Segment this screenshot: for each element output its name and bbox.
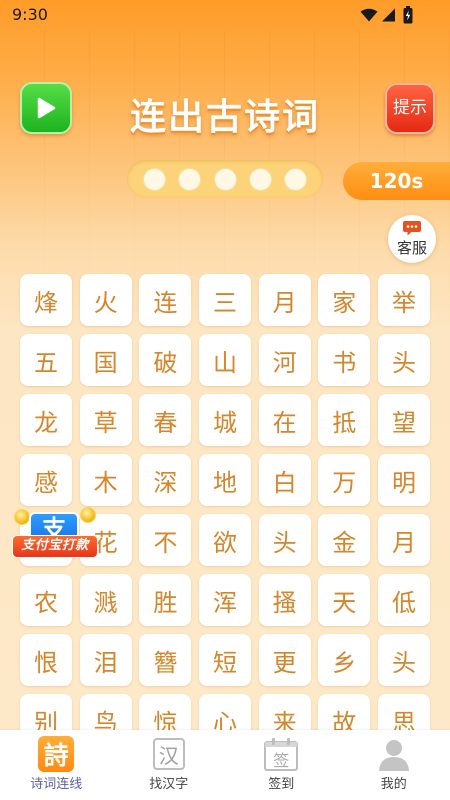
alipay-payout-badge[interactable]: 支 支付宝打款 (12, 506, 98, 560)
customer-service-button[interactable]: 客服 (388, 215, 436, 263)
alipay-payout-label: 支付宝打款 (12, 535, 98, 558)
char-cell[interactable]: 浑 (198, 574, 251, 626)
char-cell[interactable]: 烽 (20, 274, 72, 326)
countdown-timer: 120s (343, 162, 450, 200)
char-cell[interactable]: 簪 (139, 634, 192, 686)
char-cell[interactable]: 山 (198, 334, 251, 386)
signal-icon (382, 8, 395, 22)
calendar-glyph: 签 (273, 751, 290, 770)
char-cell[interactable]: 更 (258, 634, 311, 686)
char-cell[interactable]: 月 (258, 274, 311, 326)
char-cell[interactable]: 头 (377, 634, 430, 686)
coin-icon (80, 507, 96, 523)
char-cell[interactable]: 头 (258, 514, 311, 566)
progress-dot (213, 167, 237, 191)
status-bar: 9:30 (0, 0, 450, 30)
bottom-nav: 詩 诗词连线 汉 找汉字 签 签到 我的 (0, 730, 450, 800)
char-cell[interactable]: 火 (79, 274, 132, 326)
char-cell[interactable]: 连 (139, 274, 192, 326)
progress-dot (248, 167, 272, 191)
char-cell[interactable]: 破 (139, 334, 192, 386)
char-cell[interactable]: 春 (139, 394, 192, 446)
tab-label: 诗词连线 (30, 777, 83, 792)
char-cell[interactable]: 月 (377, 514, 430, 566)
char-cell[interactable]: 举 (377, 274, 430, 326)
poem-icon: 詩 (38, 736, 75, 772)
find-character-icon: 汉 (152, 738, 185, 770)
char-cell[interactable]: 天 (318, 574, 371, 626)
tab-label: 找汉字 (149, 777, 189, 792)
char-cell[interactable]: 家 (318, 274, 371, 326)
char-cell[interactable]: 感 (20, 454, 72, 506)
progress-dot (178, 167, 202, 191)
app-screen: 9:30 连出古诗词 提示 120s 客服 烽火连三月家举五国破山河 书 头 龙… (0, 0, 450, 800)
char-cell[interactable]: 深 (139, 454, 192, 506)
char-cell[interactable]: 恨 (20, 634, 72, 686)
char-cell[interactable]: 抵 (318, 394, 371, 446)
char-cell[interactable]: 短 (198, 634, 251, 686)
char-cell[interactable]: 溅 (79, 574, 132, 626)
tab-poem-connect[interactable]: 詩 诗词连线 (0, 730, 113, 800)
chat-icon (403, 221, 421, 236)
tab-mine[interactable]: 我的 (338, 730, 450, 800)
wifi-icon (360, 8, 378, 22)
char-cell[interactable]: 地 (198, 454, 251, 506)
status-time: 9:30 (12, 5, 48, 24)
char-cell[interactable]: 搔 (258, 574, 311, 626)
char-cell[interactable]: 农 (20, 574, 72, 626)
char-cell[interactable]: 泪 (79, 634, 132, 686)
char-cell[interactable]: 乡 (318, 634, 371, 686)
battery-icon (403, 6, 413, 24)
tab-check-in[interactable]: 签 签到 (225, 730, 338, 800)
customer-service-label: 客服 (396, 239, 427, 257)
coin-icon (14, 509, 30, 525)
char-cell[interactable]: 头 (377, 334, 430, 386)
char-cell[interactable]: 金 (318, 514, 371, 566)
tab-label: 我的 (380, 777, 407, 792)
char-cell[interactable]: 万 (318, 454, 371, 506)
progress-bar (127, 160, 323, 198)
char-cell[interactable]: 明 (377, 454, 430, 506)
hint-button[interactable]: 提示 (385, 83, 435, 134)
char-cell[interactable]: 城 (198, 394, 251, 446)
progress-dot (284, 167, 307, 191)
tab-label: 签到 (268, 777, 295, 792)
char-cell[interactable]: 书 (318, 334, 371, 386)
person-icon (376, 736, 412, 772)
char-cell[interactable]: 在 (258, 394, 311, 446)
calendar-icon: 签 (263, 736, 299, 772)
page-title: 连出古诗词 (129, 97, 320, 138)
char-cell[interactable]: 木 (79, 454, 132, 506)
char-cell[interactable]: 欲 (198, 514, 251, 566)
char-cell[interactable]: 望 (377, 394, 430, 446)
char-cell[interactable]: 国 (79, 334, 132, 386)
char-cell[interactable]: 低 (377, 574, 430, 626)
char-cell[interactable]: 五 (20, 334, 72, 386)
char-cell[interactable]: 不 (139, 514, 192, 566)
char-cell[interactable]: 白 (258, 454, 311, 506)
char-cell[interactable]: 草 (79, 394, 132, 446)
char-cell[interactable]: 龙 (20, 394, 72, 446)
progress-dot (143, 167, 166, 191)
char-cell[interactable]: 河 (258, 334, 311, 386)
char-cell[interactable]: 胜 (139, 574, 192, 626)
tab-find-character[interactable]: 汉 找汉字 (113, 730, 226, 800)
char-cell[interactable]: 三 (198, 274, 251, 326)
